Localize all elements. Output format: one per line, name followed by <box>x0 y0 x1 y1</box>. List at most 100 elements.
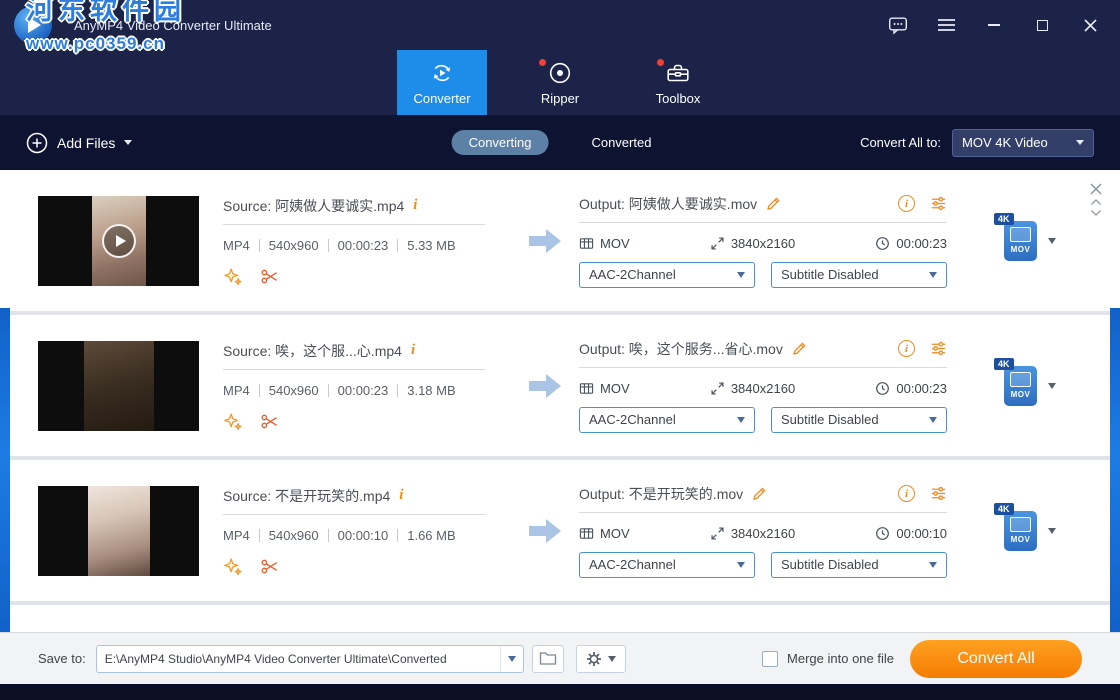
audio-track-value: AAC-2Channel <box>589 412 676 427</box>
output-info-icon[interactable]: i <box>898 195 915 212</box>
move-down-icon[interactable] <box>1090 209 1102 217</box>
clock-icon <box>876 236 890 250</box>
toolbar: Add Files Converting Converted Convert A… <box>0 115 1120 170</box>
chevron-down-icon[interactable] <box>124 140 133 145</box>
profile-caret-icon[interactable] <box>1048 382 1056 389</box>
source-info-icon[interactable]: i <box>411 342 415 359</box>
cut-icon[interactable] <box>260 412 279 431</box>
gear-icon <box>586 651 601 666</box>
convert-arrow-icon <box>529 373 565 398</box>
merge-checkbox[interactable] <box>762 650 779 667</box>
audio-track-select[interactable]: AAC-2Channel <box>579 261 755 288</box>
output-info-icon[interactable]: i <box>898 485 915 502</box>
profile-settings-icon[interactable] <box>930 195 947 212</box>
close-button[interactable] <box>1080 15 1100 35</box>
source-info-icon[interactable]: i <box>413 197 417 214</box>
source-duration: 00:00:10 <box>337 527 389 543</box>
video-thumbnail[interactable] <box>38 485 199 576</box>
profile-caret-icon[interactable] <box>1048 237 1056 244</box>
window-title: AnyMP4 Video Converter Ultimate <box>74 17 272 33</box>
save-path-select[interactable]: E:\AnyMP4 Studio\AnyMP4 Video Converter … <box>95 644 524 673</box>
output-info-icon[interactable]: i <box>898 340 915 357</box>
output-format: MOV <box>600 235 630 251</box>
convert-all-button[interactable]: Convert All <box>910 639 1082 678</box>
clock-icon <box>876 526 890 540</box>
source-resolution: 540x960 <box>268 382 319 398</box>
video-thumbnail[interactable] <box>38 195 199 286</box>
titlebar: AnyMP4 Video Converter Ultimate <box>0 0 1120 50</box>
tab-ripper-label: Ripper <box>540 90 580 106</box>
output-filename: Output: 阿姨做人要诚实.mov <box>579 195 758 212</box>
profile-settings-icon[interactable] <box>930 340 947 357</box>
format-icon <box>579 527 594 539</box>
settings-button[interactable] <box>575 644 626 673</box>
convert-arrow-icon <box>529 518 565 543</box>
audio-track-select[interactable]: AAC-2Channel <box>579 551 755 578</box>
source-metadata: MP4 540x960 00:00:23 3.18 MB <box>223 383 515 398</box>
toolbox-icon <box>667 64 689 81</box>
tab-converted[interactable]: Converted <box>574 130 668 155</box>
output-profile-icon[interactable]: 4K MOV <box>994 212 1037 261</box>
tab-converting[interactable]: Converting <box>451 130 549 155</box>
tab-ripper[interactable]: Ripper <box>515 50 605 115</box>
source-metadata: MP4 540x960 00:00:23 5.33 MB <box>223 238 515 253</box>
effects-icon[interactable] <box>223 557 242 576</box>
source-info-icon[interactable]: i <box>399 487 403 504</box>
subtitle-select[interactable]: Subtitle Disabled <box>771 406 947 433</box>
feedback-icon[interactable] <box>888 15 908 35</box>
desktop-background-right <box>1110 308 1120 632</box>
subtitle-select[interactable]: Subtitle Disabled <box>771 261 947 288</box>
divider <box>223 368 485 370</box>
move-up-icon[interactable] <box>1090 198 1102 206</box>
merge-option: Merge into one file <box>762 650 894 667</box>
remove-file-icon[interactable] <box>1090 183 1102 195</box>
subtitle-select[interactable]: Subtitle Disabled <box>771 551 947 578</box>
format-icon <box>579 382 594 394</box>
output-profile-icon[interactable]: 4K MOV <box>994 357 1037 406</box>
effects-icon[interactable] <box>223 412 242 431</box>
divider <box>579 366 947 368</box>
video-thumbnail[interactable] <box>38 340 199 431</box>
source-format: MP4 <box>223 382 250 398</box>
rename-icon[interactable] <box>792 341 807 356</box>
audio-track-select[interactable]: AAC-2Channel <box>579 406 755 433</box>
tab-toolbox[interactable]: Toolbox <box>633 50 723 115</box>
minimize-button[interactable] <box>984 15 1004 35</box>
tab-toolbox-label: Toolbox <box>655 90 701 106</box>
rename-icon[interactable] <box>752 486 767 501</box>
chevron-down-icon <box>737 271 745 278</box>
convert-arrow-icon <box>529 228 565 253</box>
screen-glyph <box>1010 227 1031 242</box>
source-filename: Source: 唉，这个服...心.mp4 <box>223 342 402 359</box>
add-files-button[interactable]: Add Files <box>26 132 133 154</box>
cut-icon[interactable] <box>260 557 279 576</box>
source-format: MP4 <box>223 527 250 543</box>
resolution-icon <box>711 381 724 395</box>
source-duration: 00:00:23 <box>337 237 389 253</box>
output-profile-icon[interactable]: 4K MOV <box>994 502 1037 551</box>
maximize-button[interactable] <box>1032 15 1052 35</box>
4k-badge: 4K <box>994 212 1014 225</box>
output-format: MOV <box>600 380 630 396</box>
4k-badge: 4K <box>994 502 1014 515</box>
add-files-label: Add Files <box>57 134 116 151</box>
rename-icon[interactable] <box>766 196 781 211</box>
output-resolution: 3840x2160 <box>730 235 796 251</box>
converter-icon <box>433 64 451 81</box>
profile-settings-icon[interactable] <box>930 485 947 502</box>
profile-format-label: MOV <box>1010 245 1031 254</box>
open-folder-button[interactable] <box>531 644 564 673</box>
add-icon <box>26 132 48 153</box>
convert-all-to-select[interactable]: MOV 4K Video <box>952 128 1094 157</box>
tab-converter[interactable]: Converter <box>397 50 487 115</box>
source-size: 5.33 MB <box>407 237 456 253</box>
save-to-label: Save to: <box>38 651 86 666</box>
footer-bar: Save to: E:\AnyMP4 Studio\AnyMP4 Video C… <box>0 632 1120 684</box>
cut-icon[interactable] <box>260 267 279 286</box>
play-icon[interactable] <box>101 223 136 258</box>
file-list: Source: 阿姨做人要诚实.mp4 i MP4 540x960 00:00:… <box>0 170 1120 632</box>
effects-icon[interactable] <box>223 267 242 286</box>
output-filename: Output: 唉，这个服务...省心.mov <box>579 340 783 357</box>
menu-icon[interactable] <box>936 15 956 35</box>
profile-caret-icon[interactable] <box>1048 527 1056 534</box>
